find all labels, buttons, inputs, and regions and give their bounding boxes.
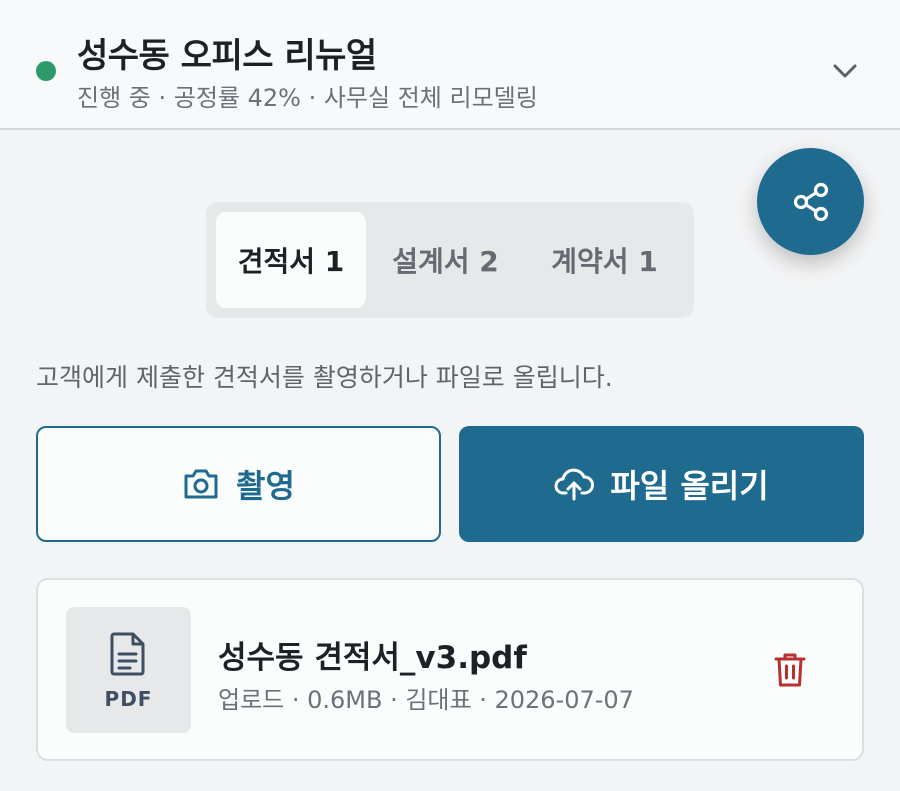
status-dot bbox=[36, 61, 56, 81]
camera-button-label: 촬영 bbox=[236, 467, 295, 505]
file-meta: 업로드 · 0.6MB · 김대표 · 2026-07-07 bbox=[218, 686, 634, 714]
project-header[interactable]: 성수동 오피스 리뉴얼 진행 중 · 공정률 42% · 사무실 전체 리모델링 bbox=[0, 0, 900, 130]
document-icon bbox=[110, 632, 145, 676]
camera-icon bbox=[184, 469, 218, 499]
upload-button[interactable]: 파일 올리기 bbox=[459, 426, 864, 542]
chevron-down-icon[interactable] bbox=[830, 56, 860, 86]
trash-icon bbox=[774, 653, 806, 687]
share-icon bbox=[793, 182, 828, 221]
project-meta: 진행 중 · 공정률 42% · 사무실 전체 리모델링 bbox=[77, 84, 538, 112]
tab-contract[interactable]: 계약서 1 bbox=[525, 212, 684, 308]
delete-file-button[interactable] bbox=[768, 648, 812, 692]
file-name: 성수동 견적서_v3.pdf bbox=[218, 640, 527, 676]
tab-design[interactable]: 설계서 2 bbox=[366, 212, 525, 308]
helper-text: 고객에게 제출한 견적서를 촬영하거나 파일로 올립니다. bbox=[36, 363, 613, 392]
share-button[interactable] bbox=[757, 148, 864, 255]
tab-estimate[interactable]: 견적서 1 bbox=[216, 212, 366, 308]
file-thumbnail: PDF bbox=[66, 607, 191, 733]
cloud-upload-icon bbox=[554, 468, 595, 501]
camera-button[interactable]: 촬영 bbox=[36, 426, 441, 542]
upload-button-label: 파일 올리기 bbox=[610, 467, 769, 505]
file-card[interactable]: PDF 성수동 견적서_v3.pdf 업로드 · 0.6MB · 김대표 · 2… bbox=[36, 578, 864, 761]
file-type-label: PDF bbox=[104, 687, 153, 711]
project-title: 성수동 오피스 리뉴얼 bbox=[77, 36, 377, 76]
document-tabs: 견적서 1 설계서 2 계약서 1 bbox=[206, 202, 694, 318]
